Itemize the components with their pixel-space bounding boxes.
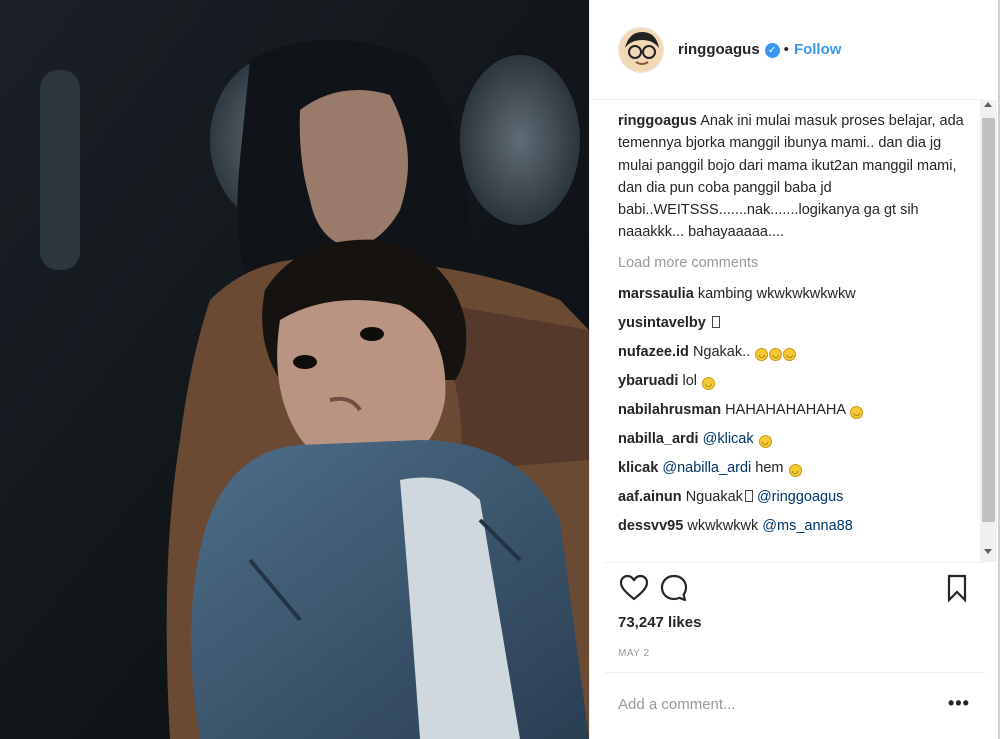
- header-username[interactable]: ringgoagus: [678, 41, 760, 58]
- comment-mention[interactable]: @ringgoagus: [757, 489, 843, 505]
- likes-count[interactable]: 73,247 likes: [618, 614, 701, 631]
- laughing-emoji-icon: ◡: [702, 377, 716, 391]
- comment-username[interactable]: nabilla_ardi: [618, 431, 699, 447]
- comment-username[interactable]: ybaruadi: [618, 373, 678, 389]
- photo-image: [0, 0, 589, 739]
- load-more-comments-button[interactable]: Load more comments: [618, 252, 973, 274]
- comment-text: Ngakak..: [692, 344, 751, 361]
- bookmark-icon[interactable]: [941, 572, 973, 604]
- missing-glyph-icon: [744, 490, 753, 503]
- comment-item: yusintavelby: [618, 309, 973, 338]
- comment-item: klicak @nabilla_ardi hem ◡: [618, 454, 973, 483]
- comment-text: wkwkwkwk: [687, 518, 759, 535]
- laughing-emoji-icon: ◡: [755, 348, 769, 362]
- comment-item: nufazee.id Ngakak.. ◡ ◡ ◡: [618, 338, 973, 367]
- divider: [605, 672, 985, 673]
- comment-item: nabilla_ardi @klicak ◡: [618, 425, 973, 454]
- post-header: ringgoagus ✓ • Follow: [590, 0, 984, 100]
- comments-list: ringgoagus Anak ini mulai masuk proses b…: [618, 110, 973, 562]
- scroll-up-arrow-icon[interactable]: [984, 102, 992, 107]
- comment-username[interactable]: dessvv95: [618, 518, 683, 534]
- post-detail-panel: ringgoagus ✓ • Follow ringgoagus Anak in…: [589, 0, 1000, 739]
- comment-icon[interactable]: [658, 572, 690, 604]
- comment-item: marssaulia kambing wkwkwkwkwkw: [618, 280, 973, 309]
- laughing-emoji-icon: ◡: [783, 348, 797, 362]
- scrollbar-thumb[interactable]: [982, 118, 995, 522]
- comment-text: Nguakak: [685, 489, 743, 506]
- comment-item: nabilahrusman HAHAHAHAHAHA ◡: [618, 396, 973, 425]
- divider: [605, 562, 985, 563]
- laughing-emoji-icon: ◡: [758, 435, 772, 449]
- comment-item: aaf.ainun Nguakak @ringgoagus: [618, 483, 973, 512]
- missing-glyph-icon: [711, 316, 720, 329]
- comment-text: HAHAHAHAHAHA: [725, 402, 846, 419]
- avatar[interactable]: [618, 26, 664, 73]
- comment-item: ybaruadi lol ◡: [618, 367, 973, 396]
- comment-username[interactable]: nabilahrusman: [618, 402, 721, 418]
- comment-username[interactable]: yusintavelby: [618, 315, 706, 331]
- comment-mention[interactable]: @klicak: [703, 431, 754, 447]
- post-photo[interactable]: [0, 0, 589, 739]
- comment-text: hem: [755, 460, 784, 477]
- laughing-emoji-icon: ◡: [769, 348, 783, 362]
- comment-username[interactable]: marssaulia: [618, 286, 694, 302]
- post-date[interactable]: MAY 2: [618, 648, 650, 659]
- comments-scrollbar[interactable]: [980, 100, 997, 562]
- verified-check-icon: ✓: [764, 43, 780, 58]
- comment-text: lol: [682, 373, 697, 390]
- heart-icon[interactable]: [618, 572, 650, 604]
- comment-username[interactable]: nufazee.id: [618, 344, 689, 360]
- scroll-down-arrow-icon[interactable]: [984, 549, 992, 554]
- comment-mention[interactable]: @ms_anna88: [762, 518, 853, 534]
- follow-button[interactable]: Follow: [794, 41, 842, 58]
- comment-item: dessvv95 wkwkwkwk @ms_anna88: [618, 512, 973, 541]
- action-bar: [618, 572, 973, 606]
- caption-username[interactable]: ringgoagus: [618, 113, 697, 129]
- caption-text: Anak ini mulai masuk proses belajar, ada…: [618, 113, 964, 241]
- add-comment-input[interactable]: [618, 692, 938, 716]
- comment-username[interactable]: aaf.ainun: [618, 489, 682, 505]
- post-caption: ringgoagus Anak ini mulai masuk proses b…: [618, 110, 973, 244]
- header-separator: •: [783, 41, 789, 58]
- laughing-emoji-icon: ◡: [788, 464, 802, 478]
- comment-mention[interactable]: @nabilla_ardi: [662, 460, 751, 476]
- comment-text: kambing wkwkwkwkwkw: [697, 286, 856, 303]
- comment-username[interactable]: klicak: [618, 460, 658, 476]
- more-options-icon[interactable]: •••: [948, 694, 970, 712]
- laughing-emoji-icon: ◡: [850, 406, 864, 420]
- comment-container: marssaulia kambing wkwkwkwkwkw yusintavel…: [618, 280, 973, 541]
